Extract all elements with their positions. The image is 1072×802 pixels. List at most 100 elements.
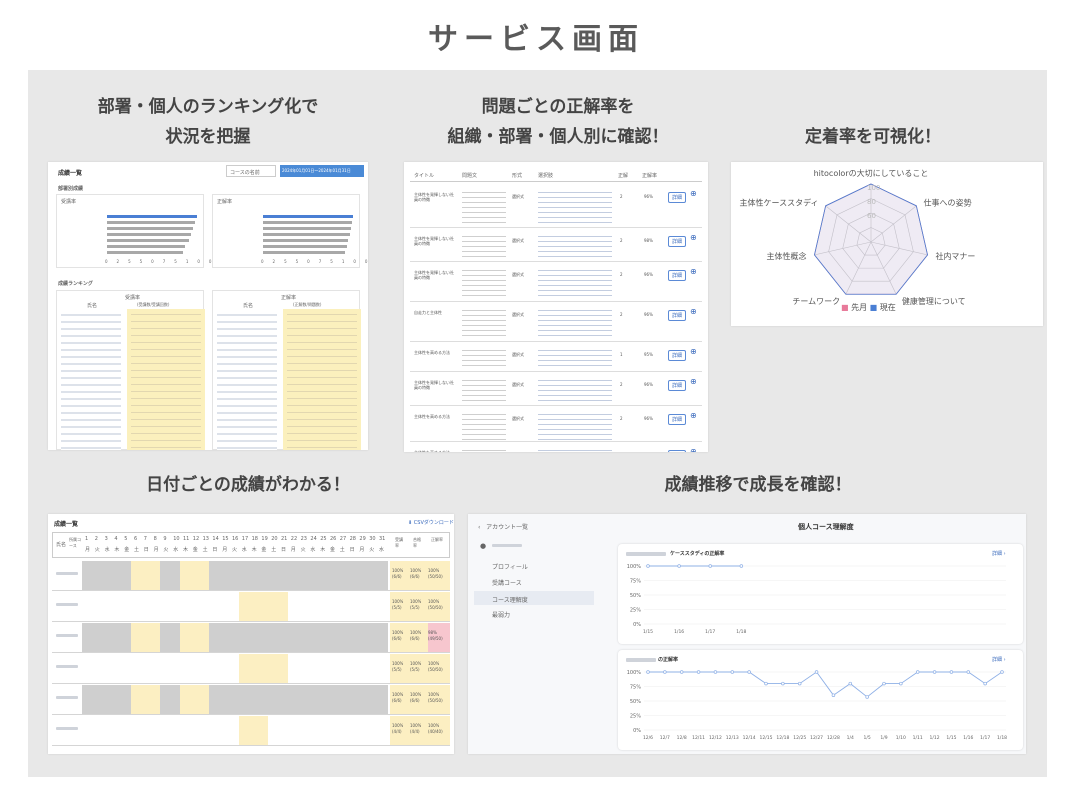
detail-button[interactable]: 詳細	[668, 310, 687, 321]
day-number: 24	[310, 536, 317, 542]
day-number: 8	[153, 536, 157, 542]
ranking-title: 成績ランキング	[58, 281, 93, 287]
detail-button[interactable]: 詳細	[668, 450, 687, 452]
row-answer: 2	[620, 272, 623, 277]
axis-ticks: 0255075100	[105, 259, 220, 264]
add-icon[interactable]: ⊕	[690, 413, 697, 418]
menu-weakness[interactable]: 最弱力	[492, 610, 510, 619]
add-icon[interactable]: ⊕	[690, 449, 697, 452]
x-tick-label: 1/18	[997, 735, 1007, 741]
data-point	[865, 695, 869, 699]
attended-cell	[248, 654, 259, 683]
attended-cell	[180, 685, 190, 714]
stat-count: (4/4)	[410, 729, 420, 734]
radar-axis-label: 健康管理について	[902, 296, 966, 306]
grid-days	[82, 685, 388, 714]
detail-link[interactable]: 詳細 ›	[992, 656, 1006, 663]
x-tick-label: 12/7	[660, 735, 670, 741]
axis-tick: 25	[116, 259, 140, 264]
row-answer: 1	[620, 352, 623, 357]
attended-cell	[248, 592, 259, 621]
day-number: 26	[330, 536, 337, 542]
add-icon[interactable]: ⊕	[690, 235, 697, 240]
stat-count: (5/5)	[410, 667, 420, 672]
radar-screenshot: 100 80 60 hitocolorの大切にしていること 仕事への姿勢 社内マナー 健康管…	[731, 162, 1043, 326]
add-icon[interactable]: ⊕	[690, 309, 697, 314]
menu-profile[interactable]: プロフィール	[492, 562, 528, 571]
menu-understanding[interactable]: コース理解度	[474, 591, 594, 605]
col-count: (正解数/問題数)	[293, 302, 322, 307]
axis-tick: 0	[261, 259, 273, 264]
x-tick-label: 12/12	[709, 735, 722, 741]
question-row: 主体性を発揮しない社員の特徴 選択式 2 96% 詳細 ⊕	[410, 262, 702, 302]
back-link[interactable]: ‹ アカウント一覧	[478, 522, 528, 531]
x-tick-label: 1/9	[880, 735, 887, 741]
radar-tick: 60	[867, 212, 876, 220]
y-tick-label: 50%	[630, 699, 641, 705]
radar-tick: 80	[867, 198, 876, 206]
header-answer: 正解	[618, 173, 629, 179]
row-title: 主体性を発揮しない社員の特徴	[414, 236, 454, 246]
stat-value: 100%	[392, 692, 404, 697]
detail-button[interactable]: 詳細	[668, 270, 687, 281]
weekday: 日	[212, 547, 218, 553]
attended-cell	[140, 561, 151, 590]
detail-link[interactable]: 詳細 ›	[992, 550, 1006, 557]
detail-button[interactable]: 詳細	[668, 380, 687, 391]
ranking-heading: 成績一覧	[58, 170, 83, 177]
data-point	[764, 681, 768, 686]
user-name-blurred	[492, 544, 522, 547]
stat-count: (50/50)	[428, 605, 443, 610]
day-number: 3	[104, 536, 108, 542]
choices-text	[538, 346, 612, 370]
row-type: 選択式	[512, 416, 524, 421]
caption-line: 状況を把握	[165, 127, 251, 147]
x-tick-label: 1/5	[864, 735, 871, 741]
stat-count: (5/5)	[410, 605, 420, 610]
detail-button[interactable]: 詳細	[668, 236, 687, 247]
attended-cell	[189, 623, 200, 652]
chart-bar	[107, 233, 191, 236]
add-icon[interactable]: ⊕	[690, 191, 697, 196]
date-range-button[interactable]: 2024年01月01日〜2024年01月31日	[280, 165, 364, 177]
stat-value: 100%	[428, 692, 440, 697]
day-number: 31	[379, 536, 386, 542]
legend-now: 現在	[879, 303, 896, 312]
header-rate: 正解率	[642, 173, 658, 179]
detail-button[interactable]: 詳細	[668, 192, 687, 203]
choices-text	[538, 232, 612, 260]
attended-cell	[131, 561, 141, 590]
ranking-screenshot: 成績一覧 コースの名前 2024年01月01日〜2024年01月31日 部署別成…	[48, 162, 368, 450]
menu-courses[interactable]: 受講コース	[492, 578, 522, 587]
add-icon[interactable]: ⊕	[690, 379, 697, 384]
day-number: 4	[114, 536, 118, 542]
y-tick-label: 75%	[630, 579, 641, 585]
question-text	[462, 232, 506, 260]
course-search-input[interactable]: コースの名前	[226, 165, 276, 177]
daily-grid-header: 氏名 所属コース 受講率 合格率 正解率 1月2火3水4木5金6土7日8月9火1…	[52, 532, 450, 558]
axis-tick: 50	[295, 259, 319, 264]
caption-daily: 日付ごとの成績がわかる！	[146, 475, 350, 495]
y-tick-label: 50%	[630, 593, 641, 599]
question-text	[462, 446, 506, 452]
day-number: 12	[192, 536, 200, 542]
detail-button[interactable]: 詳細	[668, 350, 687, 361]
data-point	[966, 670, 971, 674]
csv-download-button[interactable]: ⬇ CSVダウンロード	[408, 519, 454, 526]
attended-cell	[150, 623, 161, 652]
day-number: 10	[173, 536, 180, 542]
col-attendance: 受講率	[395, 537, 403, 548]
ranking-values	[287, 311, 357, 450]
stat-value: 100%	[410, 599, 422, 604]
user-avatar-icon: ●	[480, 542, 487, 550]
question-text	[462, 376, 506, 404]
question-table-header: タイトル 問題文 形式 選択肢 正解 正解率	[410, 168, 702, 182]
day-number: 15	[222, 536, 229, 542]
attended-cell	[131, 623, 141, 652]
detail-button[interactable]: 詳細	[668, 414, 687, 425]
add-icon[interactable]: ⊕	[690, 349, 697, 354]
x-tick-label: 1/17	[980, 735, 990, 741]
grid-row: 100% (5/5) 100% (5/5) 100% (50/50)	[52, 591, 450, 622]
add-icon[interactable]: ⊕	[690, 269, 697, 274]
attended-cell	[189, 561, 200, 590]
